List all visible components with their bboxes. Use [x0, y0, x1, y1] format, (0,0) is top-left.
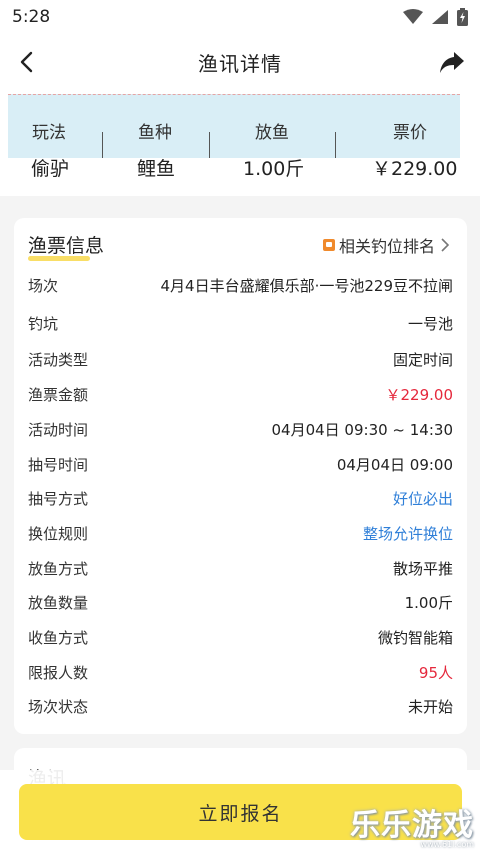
- battery-charging-icon: [457, 8, 468, 26]
- strip-value-price: ￥229.00: [372, 158, 458, 180]
- row-value-price: ￥229.00: [385, 385, 454, 404]
- ranking-icon: [322, 239, 335, 251]
- row-label: 渔票金额: [28, 385, 89, 404]
- row-label: 抽号时间: [28, 455, 89, 474]
- status-icons: [403, 8, 468, 26]
- status-bar: 5:28: [0, 0, 480, 34]
- strip-label-release: 放鱼: [255, 123, 289, 143]
- strip-value-fish: 鲤鱼: [137, 158, 176, 180]
- page-title: 渔讯详情: [198, 51, 282, 76]
- row-label: 钓坑: [28, 314, 59, 333]
- strip-divider: [209, 132, 210, 158]
- row-value: 未开始: [407, 697, 453, 716]
- info-row-release-amount: 放鱼数量 1.00斤: [28, 585, 453, 619]
- strip-label-fish: 鱼种: [138, 123, 172, 143]
- nav-bar: 渔讯详情: [0, 34, 480, 90]
- info-row-collect-method: 收鱼方式 微钓智能箱: [28, 620, 453, 654]
- strip-value-release: 1.00斤: [243, 158, 305, 180]
- chevron-right-icon: [441, 238, 450, 252]
- row-label: 限报人数: [28, 663, 89, 682]
- row-value: 4月4日丰台盛耀俱乐部·一号池229豆不拉闸: [160, 276, 454, 295]
- row-label: 抽号方式: [28, 489, 89, 508]
- row-value: 微钓智能箱: [377, 628, 453, 647]
- info-row-activity-type: 活动类型 固定时间: [28, 342, 453, 376]
- row-value-link[interactable]: 整场允许换位: [363, 523, 453, 544]
- row-label: 放鱼方式: [28, 559, 89, 578]
- row-value: 04月04日 09:00: [336, 455, 453, 474]
- info-row-session: 场次 4月4日丰台盛耀俱乐部·一号池229豆不拉闸: [28, 268, 453, 302]
- row-value: 一号池: [407, 314, 453, 333]
- cellular-signal-icon: [432, 10, 448, 24]
- info-row-ticket-amount: 渔票金额 ￥229.00: [28, 377, 453, 411]
- row-value: 1.00斤: [404, 593, 453, 612]
- related-rank-label: 相关钓位排名: [338, 237, 435, 256]
- info-row-session-status: 场次状态 未开始: [28, 689, 453, 723]
- share-icon[interactable]: [438, 48, 466, 76]
- row-value: 散场平推: [392, 559, 453, 578]
- strip-divider: [102, 132, 103, 158]
- row-value: 固定时间: [392, 350, 453, 369]
- strip-dashed-border: [8, 94, 460, 95]
- ticket-info-card: 渔票信息 相关钓位排名 场次 4月4日丰台盛耀俱乐部·一号池229豆不拉闸 钓坑…: [14, 218, 467, 734]
- row-value-limit: 95人: [418, 663, 453, 682]
- info-row-release-method: 放鱼方式 散场平推: [28, 551, 453, 585]
- row-label: 放鱼数量: [28, 593, 89, 612]
- back-arrow-icon[interactable]: [16, 50, 40, 74]
- strip-label-price: 票价: [393, 123, 427, 143]
- strip-label-play: 玩法: [32, 123, 66, 143]
- info-row-activity-time: 活动时间 04月04日 09:30 ~ 14:30: [28, 412, 453, 446]
- ticket-info-title: 渔票信息: [28, 235, 105, 257]
- status-time: 5:28: [12, 7, 51, 27]
- info-row-swap-rule: 换位规则 整场允许换位: [28, 516, 453, 550]
- row-label: 收鱼方式: [28, 628, 89, 647]
- row-label: 活动类型: [28, 350, 89, 369]
- related-rank-link[interactable]: 相关钓位排名: [322, 233, 451, 257]
- info-row-participant-limit: 限报人数 95人: [28, 655, 453, 689]
- row-label: 换位规则: [28, 524, 89, 543]
- row-value: 04月04日 09:30 ~ 14:30: [271, 420, 453, 439]
- signup-button[interactable]: 立即报名: [19, 784, 462, 840]
- info-row-draw-time: 抽号时间 04月04日 09:00: [28, 447, 453, 481]
- ticket-summary-strip: 玩法 鱼种 放鱼 票价 偷驴 鲤鱼 1.00斤 ￥229.00: [0, 90, 480, 196]
- row-label: 活动时间: [28, 420, 89, 439]
- strip-divider: [335, 132, 336, 158]
- info-row-draw-method: 抽号方式 好位必出: [28, 481, 453, 515]
- row-label: 场次: [28, 276, 59, 295]
- row-label: 场次状态: [28, 697, 89, 716]
- info-row-pond: 钓坑 一号池: [28, 306, 453, 340]
- row-value-link[interactable]: 好位必出: [393, 488, 453, 509]
- bottom-action-bar: 立即报名: [0, 770, 480, 853]
- strip-value-play: 偷驴: [31, 158, 70, 180]
- wifi-icon: [403, 9, 423, 24]
